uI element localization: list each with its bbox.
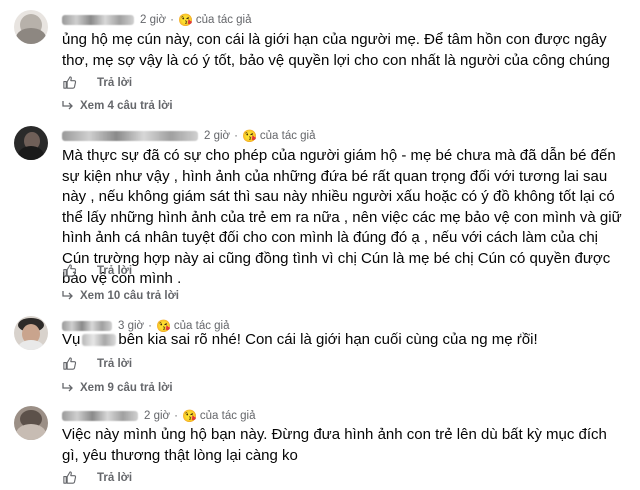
avatar[interactable]: [14, 406, 48, 440]
reply-button[interactable]: Trả lời: [97, 472, 132, 484]
view-replies-link[interactable]: Xem 4 câu trả lời: [62, 100, 173, 112]
reply-arrow-icon: [62, 101, 73, 110]
reply-arrow-icon: [62, 383, 73, 392]
comment-text: Vụ bên kia sai rõ nhé! Con cái là giới hạ…: [62, 330, 622, 351]
more-options-icon[interactable]: ···: [518, 326, 532, 344]
view-replies-label: Xem 10 câu trả lời: [80, 290, 179, 302]
censored-word: [82, 334, 117, 347]
avatar[interactable]: [14, 316, 48, 350]
comment-time[interactable]: 2 giờ: [144, 410, 170, 422]
comment-text: ủng hộ mẹ cún này, con cái là giới hạn c…: [62, 31, 611, 69]
separator: ·: [170, 14, 174, 26]
separator: ·: [234, 130, 238, 142]
author-name-blurred[interactable]: [62, 411, 138, 421]
comment-time[interactable]: 2 giờ: [204, 130, 230, 142]
comment-actions: Trả lời: [62, 75, 132, 90]
view-replies-label: Xem 4 câu trả lời: [80, 100, 173, 112]
author-badge-emoji: 😘: [181, 409, 197, 423]
comment-text: Việc này mình ủng hộ bạn này. Đừng đưa h…: [62, 426, 607, 464]
avatar[interactable]: [14, 126, 48, 160]
comment-text-end: bên kia sai rõ nhé! Con cái là giới hạn …: [118, 331, 538, 348]
thumbs-up-icon[interactable]: [62, 263, 77, 278]
comment-time[interactable]: 2 giờ: [140, 14, 166, 26]
comment-header: 2 giờ · 😘 của tác giả: [62, 12, 252, 28]
author-badge-emoji: 😘: [241, 129, 257, 143]
view-replies-link[interactable]: Xem 9 câu trả lời: [62, 382, 173, 394]
avatar[interactable]: [14, 10, 48, 44]
comment-header: 2 giờ · 😘 của tác giả: [62, 408, 256, 424]
comment-actions: Trả lời: [62, 470, 132, 485]
reply-button[interactable]: Trả lời: [97, 358, 132, 370]
view-replies-link[interactable]: Xem 10 câu trả lời: [62, 290, 179, 302]
thumbs-up-icon[interactable]: [62, 356, 77, 371]
comment-actions: Trả lời: [62, 263, 132, 278]
author-name-blurred[interactable]: [62, 15, 134, 25]
thumbs-up-icon[interactable]: [62, 470, 77, 485]
comment-text-start: Vụ: [62, 331, 81, 348]
author-badge-emoji: 😘: [177, 13, 193, 27]
comment-actions: Trả lời: [62, 356, 132, 371]
comment-header: 2 giờ · 😘 của tác giả: [62, 128, 316, 144]
reply-arrow-icon: [62, 291, 73, 300]
thumbs-up-icon[interactable]: [62, 75, 77, 90]
author-badge-label: của tác giả: [259, 130, 316, 142]
author-badge-label: của tác giả: [195, 14, 252, 26]
comment-text: Mà thực sự đã có sự cho phép của người g…: [62, 147, 622, 287]
author-name-blurred[interactable]: [62, 131, 198, 141]
separator: ·: [174, 410, 178, 422]
reply-button[interactable]: Trả lời: [97, 77, 132, 89]
reply-button[interactable]: Trả lời: [97, 265, 132, 277]
view-replies-label: Xem 9 câu trả lời: [80, 382, 173, 394]
author-badge-label: của tác giả: [199, 410, 256, 422]
